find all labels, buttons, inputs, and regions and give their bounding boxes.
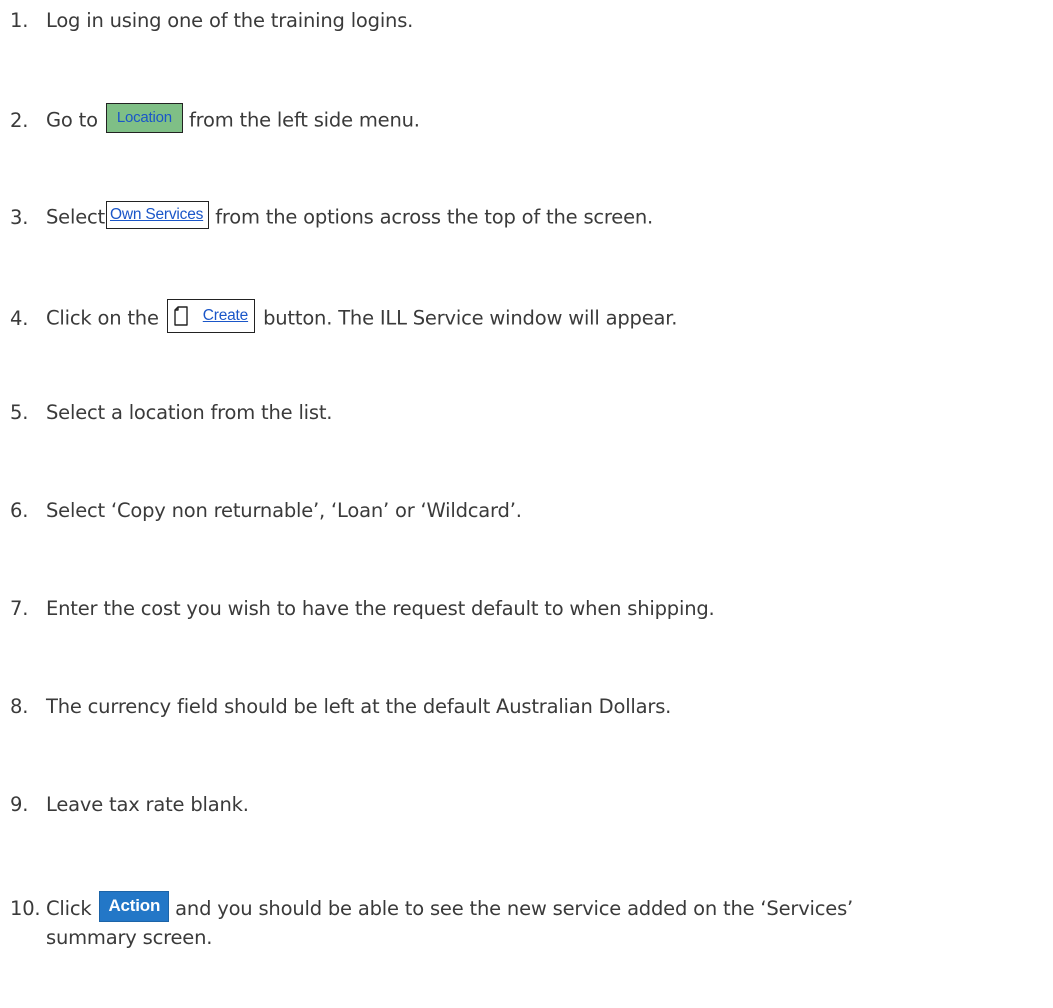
action-button[interactable]: Action (99, 891, 170, 922)
step-text-after: button. The ILL Service window will appe… (263, 306, 678, 330)
step-text-before: Go to (46, 108, 98, 132)
step-number: 6. (10, 499, 29, 522)
step-3: 3. Select Own Services from the options acr… (10, 201, 654, 232)
create-button[interactable]: Create (166, 299, 256, 333)
step-number: 5. (10, 401, 29, 424)
step-number: 2. (10, 108, 29, 132)
own-services-link[interactable]: Own Services (105, 201, 210, 229)
step-number: 10. (10, 897, 41, 920)
step-8: 8. The currency field should be left at t… (10, 694, 671, 720)
create-button-label: Create (202, 307, 249, 324)
step-text-after: from the options across the top of the s… (215, 205, 654, 229)
step-1: 1. Log in using one of the training login… (10, 8, 413, 34)
step-number: 9. (10, 793, 29, 816)
step-text: Enter the cost you wish to have the requ… (46, 597, 715, 620)
step-6: 6. Select ‘Copy non returnable’, ‘Loan’ o… (10, 498, 522, 524)
step-2: 2. Go to Location from the left side menu. (10, 103, 420, 136)
step-5: 5. Select a location from the list. (10, 400, 332, 426)
step-text-before: Click (46, 897, 92, 920)
step-4: 4. Click on the Create button. The ILL Se… (10, 299, 678, 336)
step-text-before: Click on the (46, 306, 159, 330)
step-text: Log in using one of the training logins. (46, 9, 414, 32)
step-text-continuation: summary screen. (46, 926, 213, 949)
step-text: Select ‘Copy non returnable’, ‘Loan’ or … (46, 499, 522, 522)
step-text-before: Select (46, 205, 105, 229)
step-text: Leave tax rate blank. (46, 793, 249, 816)
step-number: 3. (10, 205, 29, 229)
step-number: 4. (10, 306, 29, 330)
document-icon (174, 306, 188, 326)
step-7: 7. Enter the cost you wish to have the re… (10, 596, 715, 622)
step-number: 1. (10, 9, 29, 32)
step-text-after: from the left side menu. (188, 108, 420, 132)
step-number: 7. (10, 597, 29, 620)
step-9: 9. Leave tax rate blank. (10, 792, 249, 818)
location-button[interactable]: Location (105, 103, 183, 133)
step-10: 10. Click Action and you should be able to… (10, 891, 1050, 951)
step-text-after: and you should be able to see the new se… (175, 897, 854, 920)
step-text: Select a location from the list. (46, 401, 333, 424)
step-text: The currency field should be left at the… (46, 695, 672, 718)
step-number: 8. (10, 695, 29, 718)
